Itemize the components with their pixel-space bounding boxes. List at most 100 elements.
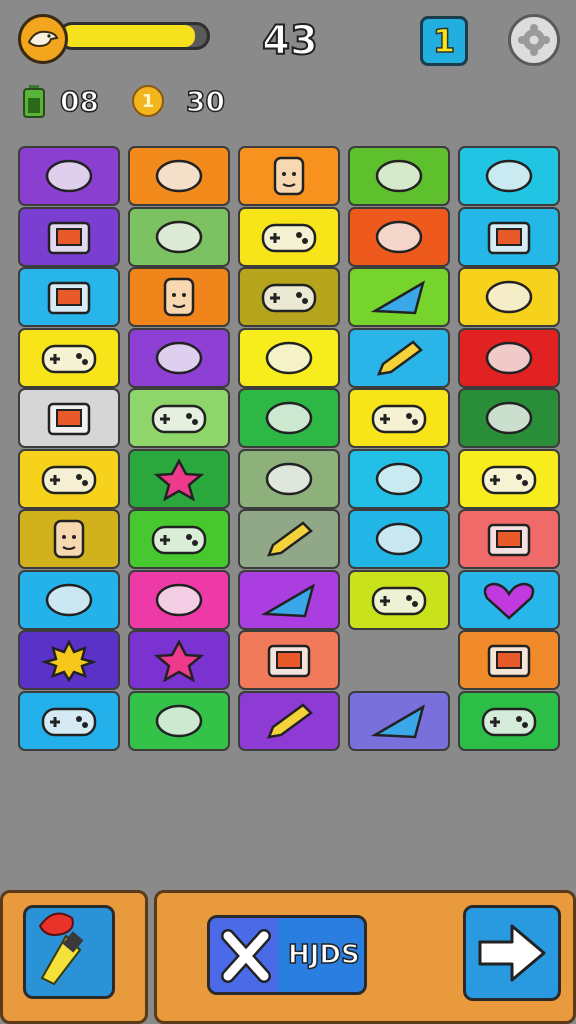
game-tile[interactable]: [458, 388, 560, 448]
gears-icon: [485, 401, 533, 435]
game-tile[interactable]: [348, 267, 450, 327]
game-tile[interactable]: [458, 448, 560, 509]
game-tile[interactable]: [238, 690, 340, 751]
game-tile[interactable]: [128, 206, 230, 267]
game-tile[interactable]: [458, 569, 560, 630]
arrow-icon: [155, 220, 203, 253]
game-tile[interactable]: [348, 206, 450, 267]
bean-icon: [45, 583, 93, 616]
game-tile[interactable]: [458, 690, 560, 751]
game-tile[interactable]: [18, 327, 120, 388]
right-action-panel: HJDS: [154, 890, 576, 1024]
game-tile[interactable]: [238, 327, 340, 388]
battery-value: 08: [59, 84, 99, 119]
blob-face-icon: [163, 277, 195, 317]
game-tile[interactable]: [238, 146, 340, 206]
game-tile[interactable]: [458, 509, 560, 569]
whistle-icon: [155, 583, 203, 616]
game-tile[interactable]: [128, 327, 230, 388]
gamepad-red-icon: [371, 404, 427, 434]
game-tile[interactable]: [348, 146, 450, 206]
game-tile[interactable]: [238, 206, 340, 267]
gamepad-tilted-icon: [151, 525, 207, 555]
gamepad-pink-icon: [41, 344, 97, 373]
game-tile[interactable]: [128, 388, 230, 448]
game-tile[interactable]: [458, 327, 560, 388]
top-hud: 43 1 08 1 30: [0, 0, 576, 140]
game-tile[interactable]: [18, 388, 120, 448]
game-tile[interactable]: [18, 267, 120, 327]
lipstick-icon: [267, 521, 313, 557]
pill-icon: [155, 704, 203, 737]
next-button[interactable]: [463, 905, 561, 1001]
gamepad-yellow-icon: [371, 586, 427, 615]
star-white-icon: [153, 639, 205, 682]
game-tile[interactable]: [458, 146, 560, 206]
gamepad-blue-icon: [481, 465, 537, 494]
game-tile[interactable]: [18, 630, 120, 690]
bush-icon: [265, 401, 313, 435]
tv-icon: [47, 221, 91, 254]
health-bar-fill: [61, 25, 196, 47]
face-icon: [273, 156, 305, 196]
game-tile[interactable]: [238, 630, 340, 690]
bird-icon: [27, 30, 59, 48]
sun-icon: [40, 639, 98, 682]
coins-value: 30: [185, 84, 225, 119]
game-tile[interactable]: [18, 690, 120, 751]
cancel-action-button[interactable]: HJDS: [207, 915, 367, 995]
game-tile[interactable]: [348, 569, 450, 630]
camera-icon: [47, 281, 91, 315]
coins-stat: 1 30: [132, 84, 226, 119]
roller-icon: [375, 522, 423, 556]
game-tile[interactable]: [18, 146, 120, 206]
game-tile[interactable]: [128, 267, 230, 327]
game-tile[interactable]: [348, 388, 450, 448]
redhead-icon: [53, 519, 85, 559]
game-tile[interactable]: [128, 569, 230, 630]
cloud-icon: [155, 159, 203, 193]
game-tile[interactable]: [458, 267, 560, 327]
battery-icon: [487, 221, 531, 254]
game-tile[interactable]: [458, 206, 560, 267]
game-tile[interactable]: [18, 448, 120, 509]
gear-icon: [518, 24, 550, 56]
gamepad-icon: [261, 223, 317, 252]
game-tile[interactable]: [128, 509, 230, 569]
score-value: 43: [261, 17, 319, 65]
arrowhead-icon: [260, 582, 315, 617]
game-tile[interactable]: [238, 509, 340, 569]
settings-button[interactable]: [508, 14, 560, 66]
health-bar: [58, 22, 210, 50]
controller-green-icon: [41, 465, 97, 494]
arrow-right-icon: [478, 924, 546, 982]
game-tile[interactable]: [128, 690, 230, 751]
gamepad-red2-icon: [481, 707, 537, 736]
brush-button[interactable]: [23, 905, 115, 999]
game-tile[interactable]: [238, 448, 340, 509]
paintbrush-icon: [38, 912, 84, 986]
player-avatar[interactable]: [18, 14, 68, 64]
battery-stat: 08: [22, 84, 100, 119]
game-tile[interactable]: [128, 146, 230, 206]
game-tile[interactable]: [348, 327, 450, 388]
level-badge[interactable]: 1: [420, 16, 468, 66]
game-tile[interactable]: [458, 630, 560, 690]
triangle-icon: [370, 280, 425, 315]
game-tile[interactable]: [348, 448, 450, 509]
game-tile[interactable]: [128, 448, 230, 509]
battery-icon: [23, 85, 45, 118]
game-tile[interactable]: [348, 690, 450, 751]
game-tile[interactable]: [18, 206, 120, 267]
safety-pin-icon: [375, 462, 423, 495]
handheld-icon: [47, 402, 91, 436]
radio-icon: [487, 644, 531, 678]
gem-icon: [265, 341, 313, 374]
game-tile[interactable]: [238, 569, 340, 630]
game-tile[interactable]: [18, 509, 120, 569]
game-tile[interactable]: [238, 388, 340, 448]
game-tile[interactable]: [128, 630, 230, 690]
game-tile[interactable]: [348, 509, 450, 569]
game-tile[interactable]: [238, 267, 340, 327]
game-tile[interactable]: [18, 569, 120, 630]
